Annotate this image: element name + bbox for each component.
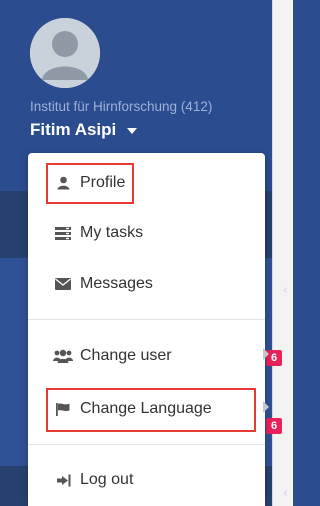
tasks-icon xyxy=(52,226,74,240)
sign-out-icon xyxy=(52,474,74,487)
envelope-icon xyxy=(52,278,74,290)
user-avatar-icon xyxy=(30,18,100,88)
menu-item-my-tasks[interactable]: My tasks xyxy=(28,213,289,253)
menu-item-change-user[interactable]: Change user xyxy=(28,336,289,376)
menu-divider xyxy=(28,444,265,445)
change-language-highlight xyxy=(46,388,256,432)
sidebar: ‹ ‹ 6 6 Institut für Hirnforschung (412)… xyxy=(0,0,293,506)
institute-label: Institut für Hirnforschung (412) xyxy=(30,99,213,114)
profile-highlight xyxy=(46,163,134,204)
menu-label: Log out xyxy=(80,471,134,488)
menu-item-log-out[interactable]: Log out xyxy=(28,460,289,500)
user-dropdown-menu: Profile My tasks Messages Change user Ch… xyxy=(28,153,269,506)
menu-label: My tasks xyxy=(80,224,144,241)
avatar[interactable] xyxy=(30,18,100,88)
menu-label: Messages xyxy=(80,275,153,292)
user-name: Fitim Asipi xyxy=(30,120,117,139)
chevron-right-icon xyxy=(263,348,269,360)
caret-down-icon xyxy=(127,127,137,134)
menu-divider xyxy=(28,319,265,320)
menu-item-messages[interactable]: Messages xyxy=(28,264,289,304)
chevron-right-icon xyxy=(263,401,269,413)
menu-label: Change user xyxy=(80,347,172,364)
user-menu-toggle[interactable]: Fitim Asipi xyxy=(30,120,137,140)
users-icon xyxy=(52,349,74,363)
